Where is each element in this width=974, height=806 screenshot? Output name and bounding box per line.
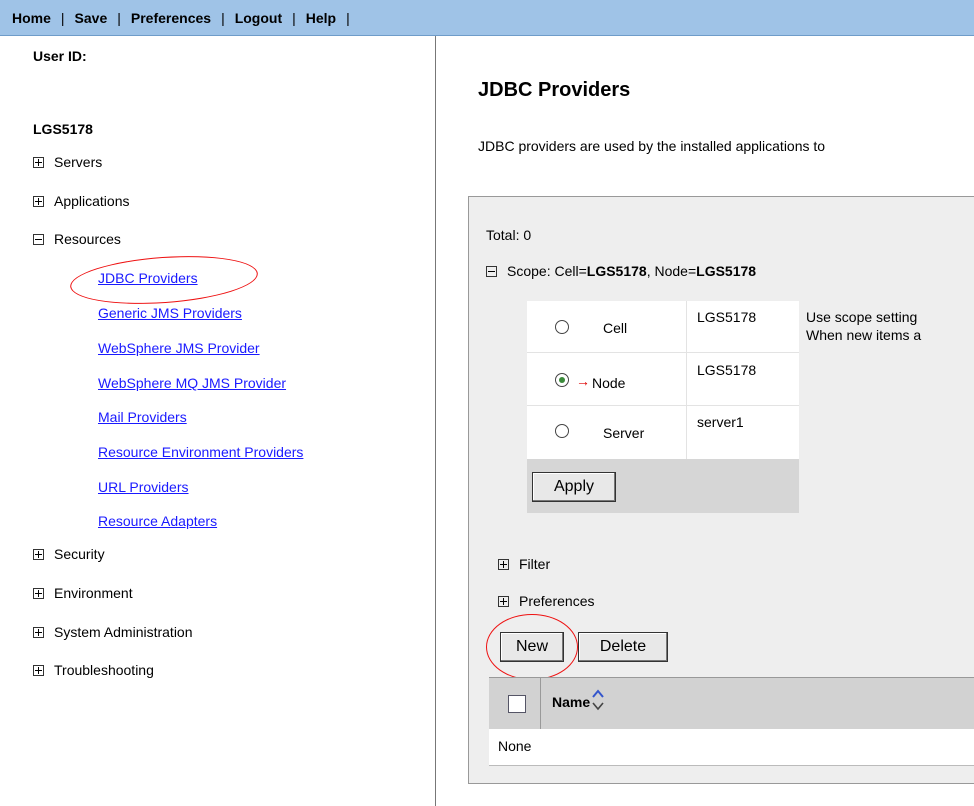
scope-help-text: Use scope setting — [806, 309, 918, 325]
column-divider — [686, 301, 687, 459]
scope-node-value: LGS5178 — [696, 263, 757, 279]
page-title: JDBC Providers — [478, 79, 631, 101]
link-url-providers[interactable]: URL Providers — [98, 479, 189, 495]
row-divider — [527, 352, 799, 353]
preferences-toggle[interactable]: Preferences — [498, 593, 594, 609]
scope-radio-cell[interactable] — [555, 320, 569, 334]
expand-icon[interactable] — [33, 548, 44, 560]
link-websphere-mq-jms-provider[interactable]: WebSphere MQ JMS Provider — [98, 375, 286, 391]
filter-toggle[interactable]: Filter — [498, 556, 550, 572]
column-header-name[interactable]: Name — [552, 694, 590, 710]
scope-radio-node[interactable] — [555, 373, 569, 387]
tree-item-label: Applications — [54, 193, 130, 209]
link-resource-adapters[interactable]: Resource Adapters — [98, 513, 217, 529]
pane-divider — [435, 36, 436, 806]
link-resource-environment-providers[interactable]: Resource Environment Providers — [98, 444, 303, 460]
column-divider — [540, 678, 541, 729]
link-generic-jms-providers[interactable]: Generic JMS Providers — [98, 305, 242, 321]
filter-label: Filter — [519, 556, 551, 572]
tree-item-troubleshooting[interactable]: Troubleshooting — [33, 662, 154, 678]
page-description: JDBC providers are used by the installed… — [478, 138, 826, 154]
tree-item-environment[interactable]: Environment — [33, 585, 133, 601]
top-nav-bar: Home | Save | Preferences | Logout | Hel… — [0, 0, 974, 36]
expand-icon[interactable] — [498, 558, 509, 570]
total-count: Total: 0 — [486, 227, 532, 243]
link-mail-providers[interactable]: Mail Providers — [98, 409, 187, 425]
expand-icon[interactable] — [33, 664, 44, 676]
delete-button[interactable]: Delete — [578, 632, 668, 662]
apply-button[interactable]: Apply — [532, 472, 616, 502]
expand-icon[interactable] — [33, 626, 44, 638]
nav-logout-link[interactable]: Logout — [235, 10, 282, 26]
table-body — [489, 729, 974, 766]
expand-icon[interactable] — [33, 156, 44, 168]
nav-separator: | — [346, 9, 350, 26]
empty-table-text: None — [498, 738, 532, 754]
nav-separator: | — [292, 9, 296, 26]
tree-item-label: Environment — [54, 585, 133, 601]
nav-separator: | — [60, 9, 65, 26]
row-divider — [527, 405, 799, 406]
scope-value: LGS5178 — [697, 362, 757, 378]
nav-home-link[interactable]: Home — [12, 10, 51, 26]
scope-cell-value: LGS5178 — [586, 263, 647, 279]
scope-level-label: Cell — [603, 320, 628, 336]
select-all-checkbox[interactable] — [508, 695, 526, 713]
tree-item-security[interactable]: Security — [33, 546, 105, 562]
tree-item-label: Servers — [54, 154, 103, 170]
arrow-icon: → — [576, 373, 590, 389]
preferences-label: Preferences — [519, 593, 595, 609]
scope-level-label: Server — [603, 425, 645, 441]
left-navigation — [0, 36, 436, 806]
tree-item-servers[interactable]: Servers — [33, 154, 102, 170]
scope-level-label: Node — [592, 375, 626, 391]
nav-help-link[interactable]: Help — [306, 10, 336, 26]
expand-icon[interactable] — [498, 595, 509, 607]
nav-preferences-link[interactable]: Preferences — [131, 10, 211, 26]
collapse-icon[interactable] — [486, 265, 497, 277]
annotation-ellipse — [486, 614, 578, 680]
scope-value: LGS5178 — [697, 309, 757, 325]
scope-value: server1 — [697, 414, 744, 430]
nav-separator: | — [221, 9, 225, 26]
tree-item-system-administration[interactable]: System Administration — [33, 624, 193, 640]
sort-icon[interactable] — [592, 689, 604, 714]
scope-prefix: Scope: Cell= — [507, 263, 587, 279]
expand-icon[interactable] — [33, 195, 44, 207]
nav-save-link[interactable]: Save — [75, 10, 108, 26]
tree-item-label: Security — [54, 546, 105, 562]
tree-item-label: System Administration — [54, 624, 193, 640]
collapse-icon[interactable] — [33, 233, 44, 245]
scope-help-text: When new items a — [806, 327, 922, 343]
tree-item-applications[interactable]: Applications — [33, 193, 130, 209]
expand-icon[interactable] — [33, 587, 44, 599]
nav-separator: | — [117, 9, 121, 26]
tree-item-label: Resources — [54, 231, 121, 247]
link-websphere-jms-provider[interactable]: WebSphere JMS Provider — [98, 340, 260, 356]
scope-header[interactable]: Scope: Cell= LGS5178, Node= LGS5178 — [486, 263, 756, 279]
user-id-label: User ID: — [33, 48, 87, 64]
tree-item-label: Troubleshooting — [54, 662, 154, 678]
scope-mid: , Node= — [646, 263, 697, 279]
user-id-value: LGS5178 — [33, 121, 93, 137]
scope-radio-server[interactable] — [555, 424, 569, 438]
tree-item-resources[interactable]: Resources — [33, 231, 121, 247]
